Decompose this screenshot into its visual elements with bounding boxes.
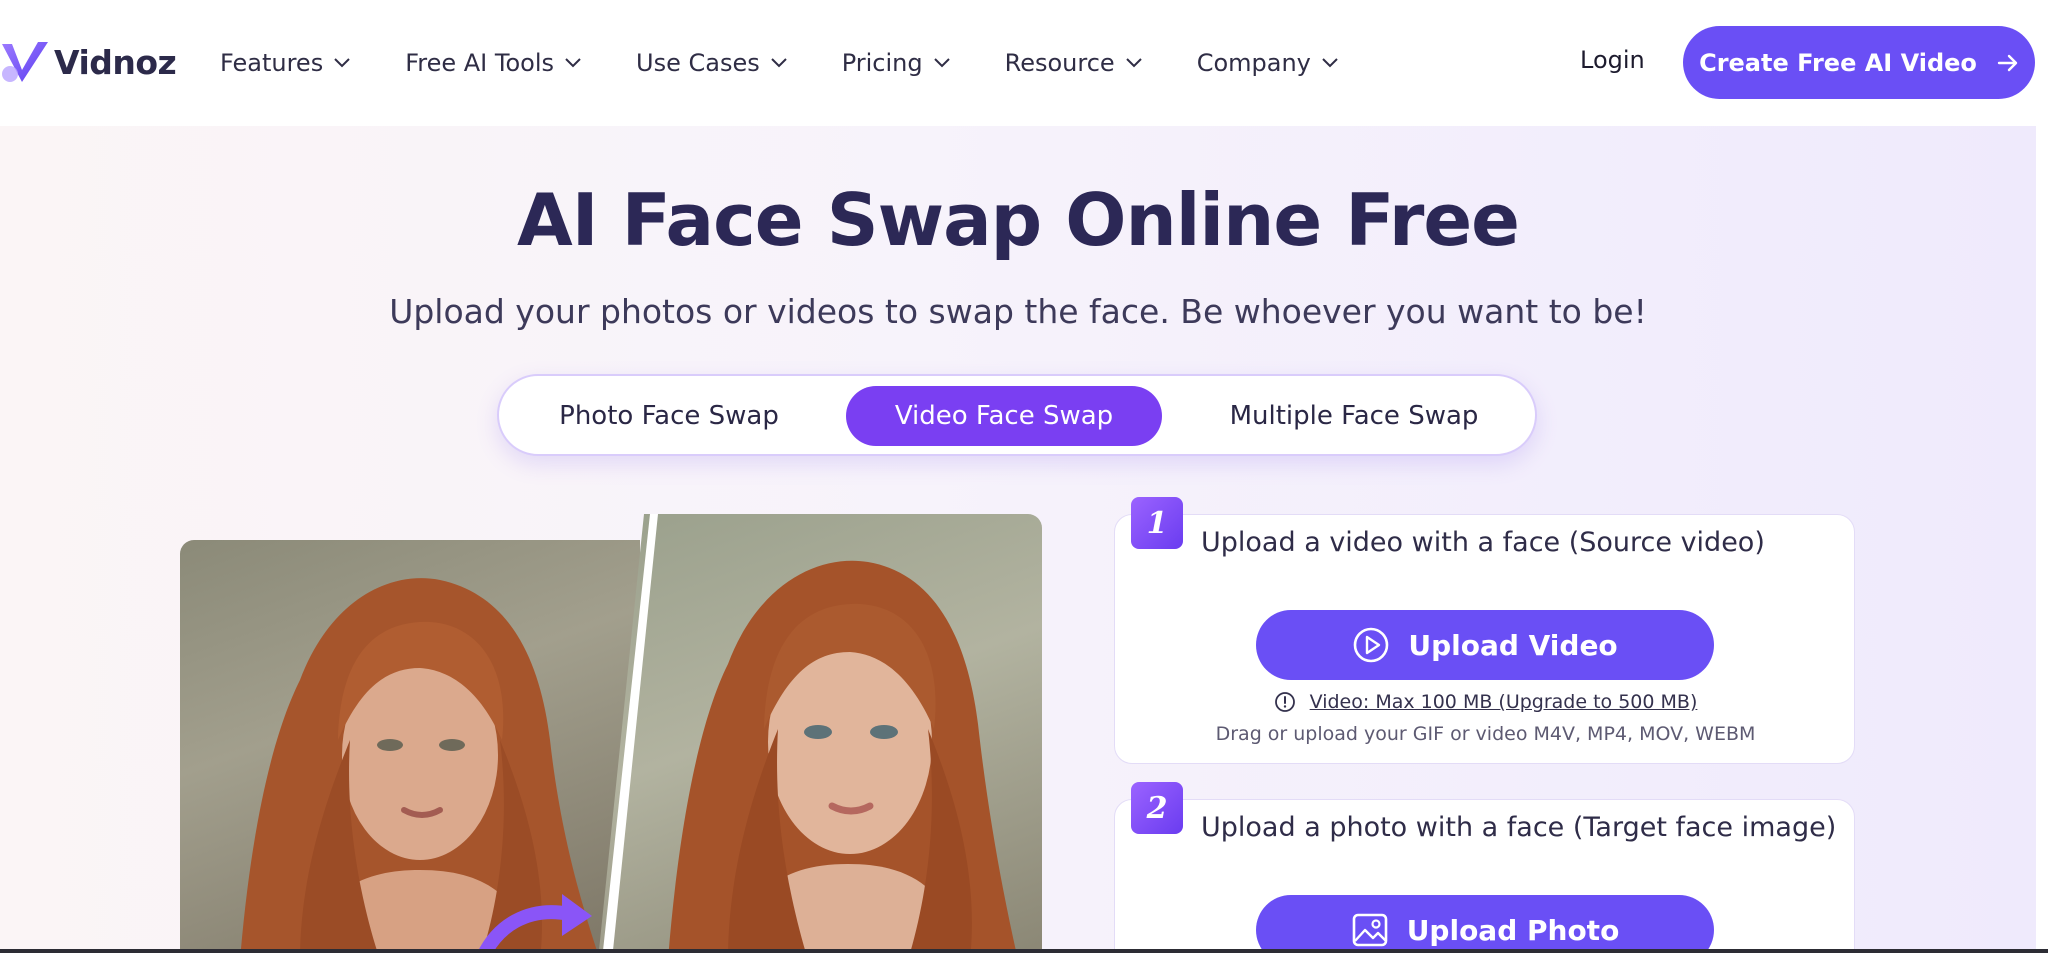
nav-resource-label: Resource (1004, 49, 1115, 77)
window-bottom-edge (0, 949, 2048, 953)
upload-photo-button[interactable]: Upload Photo (1256, 895, 1714, 953)
site-header: Vidnoz Features Free AI Tools Use Cases … (0, 0, 2048, 126)
swap-mode-tabs: Photo Face Swap Video Face Swap Multiple… (497, 374, 1537, 456)
image-icon (1352, 913, 1387, 947)
nav-company[interactable]: Company (1197, 40, 1339, 86)
step-number-badge: 1 (1131, 497, 1183, 549)
nav-pricing[interactable]: Pricing (842, 40, 951, 86)
chevron-down-icon (334, 58, 350, 68)
tab-video-face-swap[interactable]: Video Face Swap (846, 386, 1162, 446)
nav-pricing-label: Pricing (841, 49, 923, 77)
upload-video-button[interactable]: Upload Video (1256, 610, 1714, 680)
info-icon (1274, 692, 1295, 712)
page-edge (2036, 126, 2048, 953)
login-link[interactable]: Login (1580, 46, 1645, 74)
upload-video-label: Upload Video (1408, 628, 1618, 662)
main-nav: Features Free AI Tools Use Cases Pricing… (220, 40, 1339, 86)
chevron-down-icon (565, 58, 581, 68)
page-title: AI Face Swap Online Free (517, 178, 1520, 262)
nav-resource[interactable]: Resource (1005, 40, 1143, 86)
step-1-title: Upload a video with a face (Source video… (1201, 527, 1765, 558)
upload-limit: Video: Max 100 MB (Upgrade to 500 MB) (1115, 691, 1856, 713)
swapped-portrait-illustration (668, 560, 1018, 953)
swapped-face-photo (598, 514, 1042, 953)
tab-multiple-face-swap[interactable]: Multiple Face Swap (1189, 386, 1519, 446)
hero-section: AI Face Swap Online Free Upload your pho… (0, 126, 2036, 953)
supported-formats: Drag or upload your GIF or video M4V, MP… (1215, 723, 1756, 745)
face-swap-example-image (180, 514, 1042, 953)
upload-photo-label: Upload Photo (1406, 913, 1620, 947)
chevron-down-icon (1125, 58, 1142, 68)
chevron-down-icon (771, 58, 787, 68)
nav-free-ai-tools[interactable]: Free AI Tools (405, 40, 582, 86)
play-circle-icon (1354, 627, 1389, 663)
nav-features[interactable]: Features (220, 40, 351, 86)
step-upload-target-photo: 2 Upload a photo with a face (Target fac… (1114, 782, 1855, 953)
step-upload-source-video: 1 Upload a video with a face (Source vid… (1114, 497, 1856, 764)
swap-arrow-icon (477, 894, 592, 953)
nav-company-label: Company (1196, 49, 1311, 77)
arrow-right-icon (1997, 54, 2018, 71)
vidnoz-logo[interactable]: Vidnoz (0, 30, 177, 94)
tab-photo-face-swap[interactable]: Photo Face Swap (519, 386, 819, 446)
nav-use-cases[interactable]: Use Cases (636, 40, 788, 86)
step-2-title: Upload a photo with a face (Target face … (1201, 812, 1837, 843)
cta-label: Create Free AI Video (1699, 48, 1977, 77)
logo-text: Vidnoz (54, 42, 177, 82)
swap-divider (602, 514, 658, 953)
page-subtitle: Upload your photos or videos to swap the… (389, 292, 1647, 331)
step-number-badge: 2 (1131, 782, 1183, 834)
vidnoz-logo-icon (2, 42, 48, 82)
chevron-down-icon (933, 58, 950, 68)
nav-features-label: Features (220, 49, 324, 77)
nav-free-ai-tools-label: Free AI Tools (405, 49, 555, 77)
create-free-ai-video-button[interactable]: Create Free AI Video (1683, 26, 2035, 99)
upgrade-limit-link[interactable]: Video: Max 100 MB (Upgrade to 500 MB) (1310, 691, 1698, 713)
chevron-down-icon (1322, 58, 1338, 68)
nav-use-cases-label: Use Cases (636, 49, 760, 77)
